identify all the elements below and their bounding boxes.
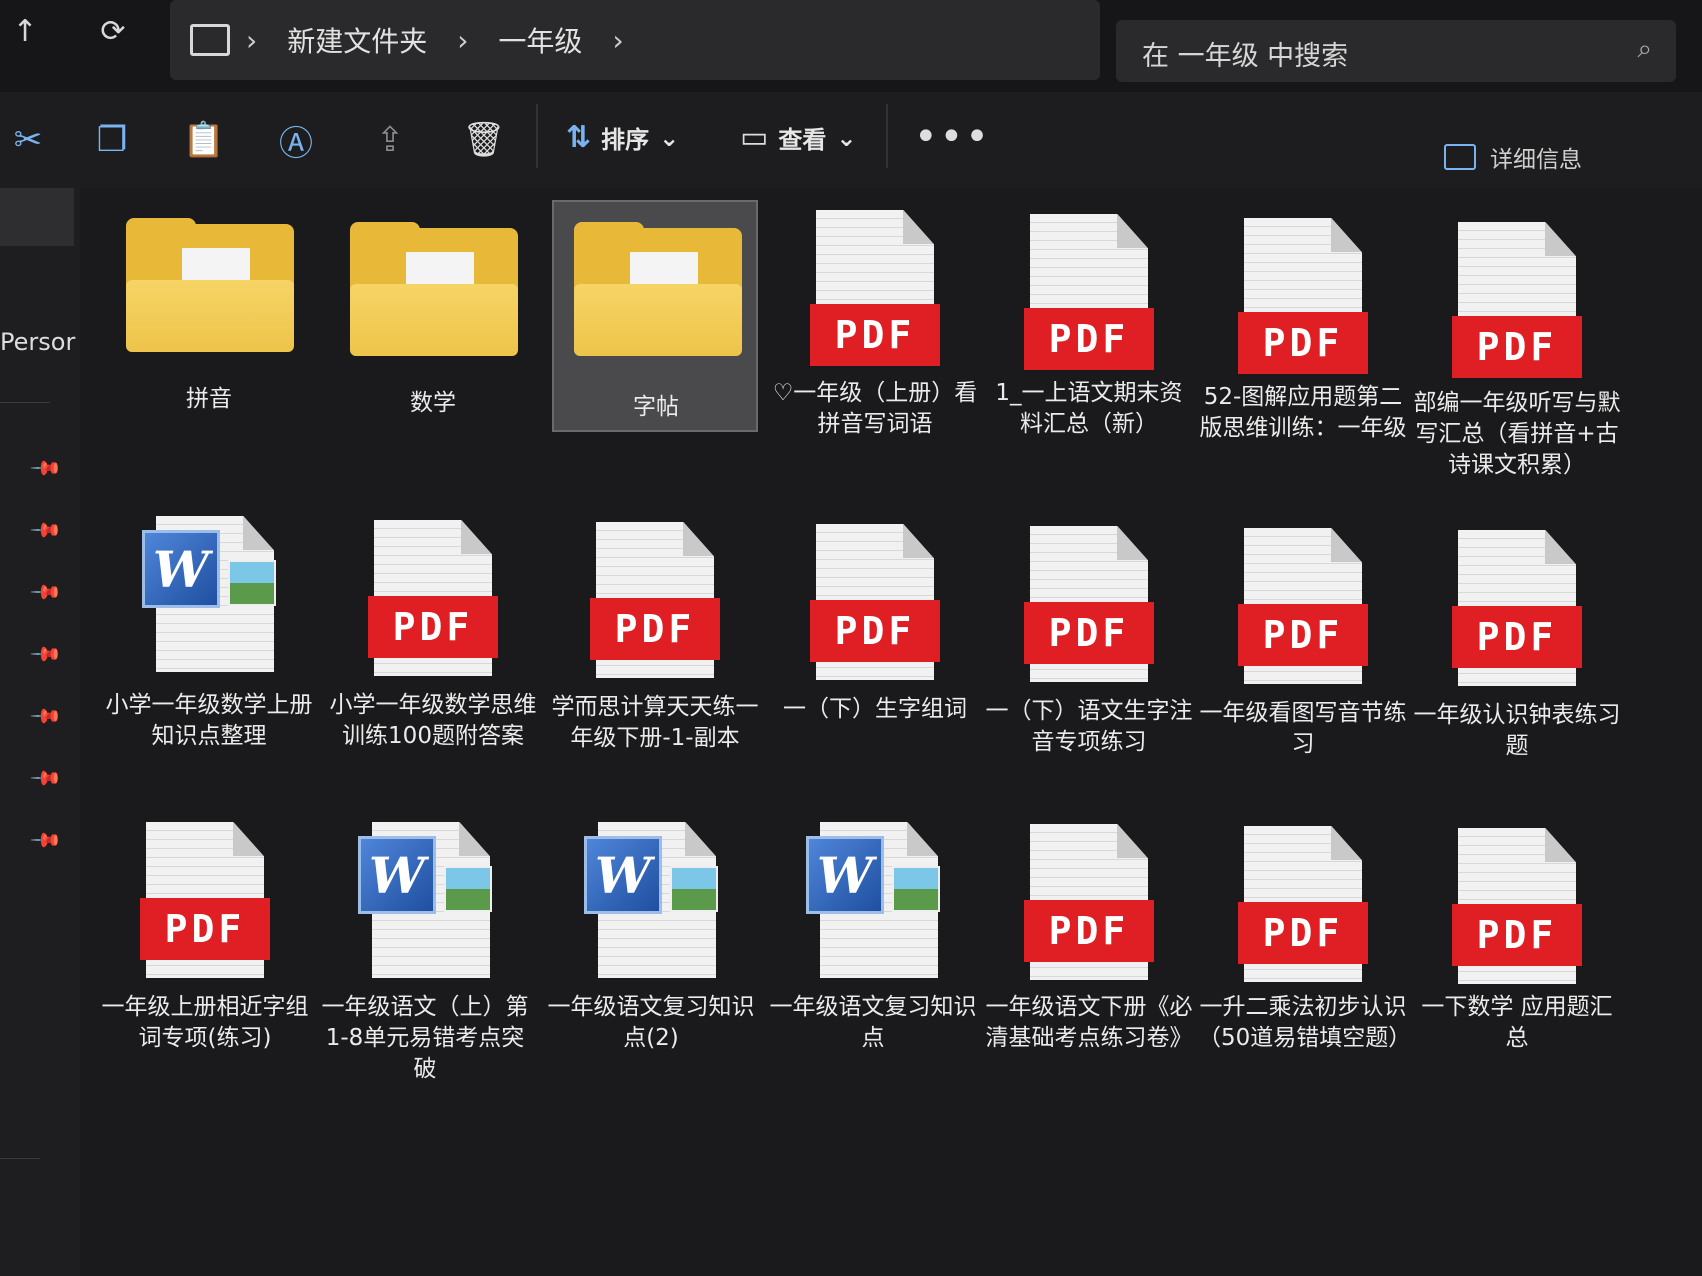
image-icon — [228, 560, 276, 606]
pdf-badge: PDF — [810, 600, 940, 662]
file-name: 字帖 — [633, 394, 679, 420]
breadcrumb-item-grade1[interactable]: 一年级 — [498, 20, 582, 60]
details-label: 详细信息 — [1490, 147, 1582, 173]
pin-icon[interactable]: 📌 — [29, 823, 64, 858]
pdf-badge: PDF — [1452, 316, 1582, 378]
computer-icon — [190, 24, 230, 56]
pdf-badge: PDF — [590, 598, 720, 660]
file-name: 一年级上册相近字组词专项(练习) — [101, 994, 309, 1051]
folder-icon — [126, 218, 294, 352]
pdf-badge: PDF — [1024, 308, 1154, 370]
pdf-badge: PDF — [1024, 602, 1154, 664]
file-name: 一年级认识钟表练习题 — [1413, 702, 1621, 759]
delete-icon[interactable]: 🗑 — [456, 112, 512, 168]
file-name: 1_一上语文期末资料汇总（新） — [995, 380, 1183, 437]
address-bar[interactable]: › 新建文件夹 › 一年级 › — [170, 0, 1100, 80]
file-name: 小学一年级数学思维训练100题附答案 — [329, 692, 537, 749]
image-icon — [892, 866, 940, 912]
file-name: 学而思计算天天练一年级下册-1-副本 — [551, 694, 759, 751]
file-name: 小学一年级数学上册知识点整理 — [105, 692, 313, 749]
sort-button[interactable]: ⇅ 排序 ⌄ — [566, 120, 679, 155]
search-box[interactable]: 在 一年级 中搜索 ⌕ — [1116, 20, 1676, 82]
pdf-badge: PDF — [1452, 606, 1582, 668]
divider — [0, 1158, 40, 1159]
sort-icon: ⇅ — [566, 120, 592, 155]
chevron-right-icon: › — [246, 23, 258, 57]
paste-icon[interactable]: 📋 — [176, 112, 232, 168]
file-name: 数学 — [410, 390, 456, 416]
rename-icon[interactable]: Ⓐ — [268, 112, 324, 168]
up-arrow-icon[interactable]: ↑ — [0, 6, 50, 56]
refresh-icon[interactable]: ⟳ — [88, 6, 138, 56]
cut-icon[interactable]: ✂ — [0, 112, 56, 168]
chevron-right-icon[interactable]: › — [612, 24, 623, 57]
word-logo-icon: W — [584, 836, 662, 914]
command-bar: ✂ ❐ 📋 Ⓐ ⇪ 🗑 ⇅ 排序 ⌄ ▭ 查看 ⌄ ••• 详细信息 — [0, 92, 1702, 189]
file-name: 52-图解应用题第二版思维训练：一年级 — [1199, 384, 1407, 441]
breadcrumb-item-newfolder[interactable]: 新建文件夹 — [287, 20, 427, 60]
file-name: 一下数学 应用题汇总 — [1421, 994, 1613, 1051]
pin-icon[interactable]: 📌 — [29, 761, 64, 796]
pdf-badge: PDF — [368, 596, 498, 658]
pdf-badge: PDF — [1238, 312, 1368, 374]
file-name: 一年级语文（上）第1-8单元易错考点突破 — [321, 994, 529, 1082]
file-name: 一（下）语文生字注音专项练习 — [985, 698, 1193, 755]
toolbar-divider — [536, 104, 538, 168]
sidebar-selected-item[interactable] — [0, 188, 74, 246]
pin-icon[interactable]: 📌 — [29, 637, 64, 672]
sidebar-item-personal[interactable]: Persor — [0, 328, 75, 356]
chevron-down-icon: ⌄ — [836, 123, 857, 152]
pdf-badge: PDF — [1238, 604, 1368, 666]
chevron-right-icon: › — [457, 23, 469, 57]
view-icon: ▭ — [740, 120, 769, 155]
folder-icon — [574, 222, 742, 356]
navigation-pane: Persor 📌 📌 📌 📌 📌 📌 📌 — [0, 188, 81, 1276]
pin-icon[interactable]: 📌 — [29, 451, 64, 486]
file-name: 一年级语文复习知识点 — [769, 994, 977, 1051]
details-pane-icon — [1444, 144, 1476, 170]
copy-icon[interactable]: ❐ — [84, 112, 140, 168]
image-icon — [444, 866, 492, 912]
details-button[interactable]: 详细信息 — [1444, 140, 1582, 174]
pdf-badge: PDF — [140, 898, 270, 960]
word-logo-icon: W — [358, 836, 436, 914]
pin-icon[interactable]: 📌 — [29, 699, 64, 734]
pdf-badge: PDF — [1024, 900, 1154, 962]
image-icon — [670, 866, 718, 912]
view-label: 查看 — [778, 126, 827, 154]
divider — [0, 402, 50, 403]
pdf-badge: PDF — [810, 304, 940, 366]
file-name: 一年级看图写音节练习 — [1199, 700, 1407, 757]
sort-label: 排序 — [601, 126, 650, 154]
file-name: 一年级语文下册《必清基础考点练习卷》 — [985, 994, 1193, 1051]
file-name: 一年级语文复习知识点(2) — [547, 994, 755, 1051]
file-name: 一（下）生字组词 — [783, 696, 967, 722]
chevron-down-icon: ⌄ — [659, 123, 680, 152]
pin-icon[interactable]: 📌 — [29, 575, 64, 610]
more-options-button[interactable]: ••• — [914, 114, 991, 160]
file-name: 一升二乘法初步认识（50道易错填空题） — [1198, 994, 1412, 1051]
file-name: 部编一年级听写与默写汇总（看拼音+古诗课文积累） — [1413, 390, 1621, 478]
folder-icon — [350, 222, 518, 356]
word-logo-icon: W — [142, 530, 220, 608]
word-logo-icon: W — [806, 836, 884, 914]
search-placeholder[interactable]: 在 一年级 中搜索 — [1142, 34, 1348, 73]
toolbar-divider — [886, 104, 888, 168]
pdf-badge: PDF — [1238, 902, 1368, 964]
file-name: 拼音 — [186, 386, 232, 412]
share-icon[interactable]: ⇪ — [362, 112, 418, 168]
pin-icon[interactable]: 📌 — [29, 513, 64, 548]
pdf-badge: PDF — [1452, 904, 1582, 966]
search-icon[interactable]: ⌕ — [1637, 34, 1652, 65]
view-button[interactable]: ▭ 查看 ⌄ — [740, 120, 856, 155]
file-name: ♡一年级（上册）看拼音写词语 — [772, 380, 978, 437]
title-bar: ↑ ⟳ › 新建文件夹 › 一年级 › 在 一年级 中搜索 ⌕ — [0, 0, 1702, 92]
file-grid: 拼音 数学 字帖 PDF ♡一年级（上册）看拼音写词语 PDF 1_一上语文期末… — [80, 188, 1702, 1276]
